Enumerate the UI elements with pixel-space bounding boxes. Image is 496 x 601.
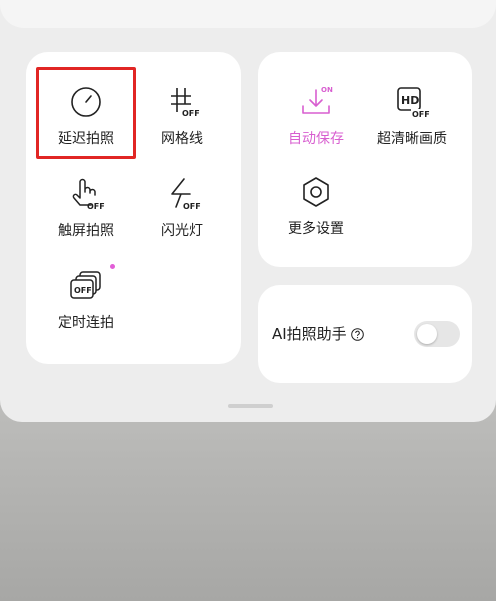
touch-capture-tile[interactable]: OFF 触屏拍照	[38, 164, 134, 248]
hd-quality-label: 超清晰画质	[377, 131, 447, 147]
touch-capture-label: 触屏拍照	[58, 223, 114, 239]
settings-hexagon-icon	[296, 172, 336, 212]
toggle-knob	[417, 324, 437, 344]
flash-label: 闪光灯	[161, 223, 203, 239]
flash-tile[interactable]: OFF 闪光灯	[134, 164, 230, 248]
hd-off-badge: OFF	[412, 110, 430, 119]
auto-save-on-badge: ON	[321, 86, 333, 94]
burst-icon: OFF	[66, 266, 106, 306]
flash-off-badge: OFF	[183, 202, 201, 211]
ai-assistant-toggle[interactable]	[414, 321, 460, 347]
ai-assistant-card: AI拍照助手	[258, 285, 472, 383]
grid-lines-label: 网格线	[161, 131, 203, 147]
more-settings-label: 更多设置	[288, 221, 344, 237]
burst-timer-label: 定时连拍	[58, 315, 114, 331]
drag-handle[interactable]	[228, 404, 273, 408]
auto-save-tile[interactable]: ON 自动保存	[268, 72, 364, 156]
background-camera-view	[0, 400, 496, 601]
download-icon: ON	[296, 82, 336, 122]
hd-quality-tile[interactable]: HD OFF 超清晰画质	[364, 72, 460, 156]
top-strip	[0, 0, 496, 28]
touch-off-badge: OFF	[87, 202, 105, 211]
auto-save-label: 自动保存	[288, 131, 344, 147]
flash-icon: OFF	[162, 174, 202, 214]
burst-timer-tile[interactable]: OFF 定时连拍	[38, 256, 134, 340]
quick-settings-sheet: 延迟拍照 OFF 网格线 OFF 触屏拍照 OFF 闪光灯 OFF 定时连拍 O…	[0, 0, 496, 422]
grid-off-badge: OFF	[182, 109, 200, 118]
highlight-box	[36, 67, 136, 159]
ai-assistant-row: AI拍照助手	[272, 323, 364, 344]
grid-lines-tile[interactable]: OFF 网格线	[134, 72, 230, 156]
help-icon[interactable]	[350, 327, 364, 341]
hd-icon: HD OFF	[392, 82, 432, 122]
grid-icon: OFF	[162, 82, 202, 122]
more-settings-tile[interactable]: 更多设置	[268, 162, 364, 246]
ai-assistant-label: AI拍照助手	[272, 325, 347, 343]
capture-settings-card: ON 自动保存 HD OFF 超清晰画质 更多设置	[258, 52, 472, 267]
touch-capture-icon: OFF	[66, 174, 106, 214]
new-indicator-dot	[110, 264, 115, 269]
hd-text: HD	[401, 94, 419, 107]
burst-off-badge: OFF	[74, 286, 92, 295]
